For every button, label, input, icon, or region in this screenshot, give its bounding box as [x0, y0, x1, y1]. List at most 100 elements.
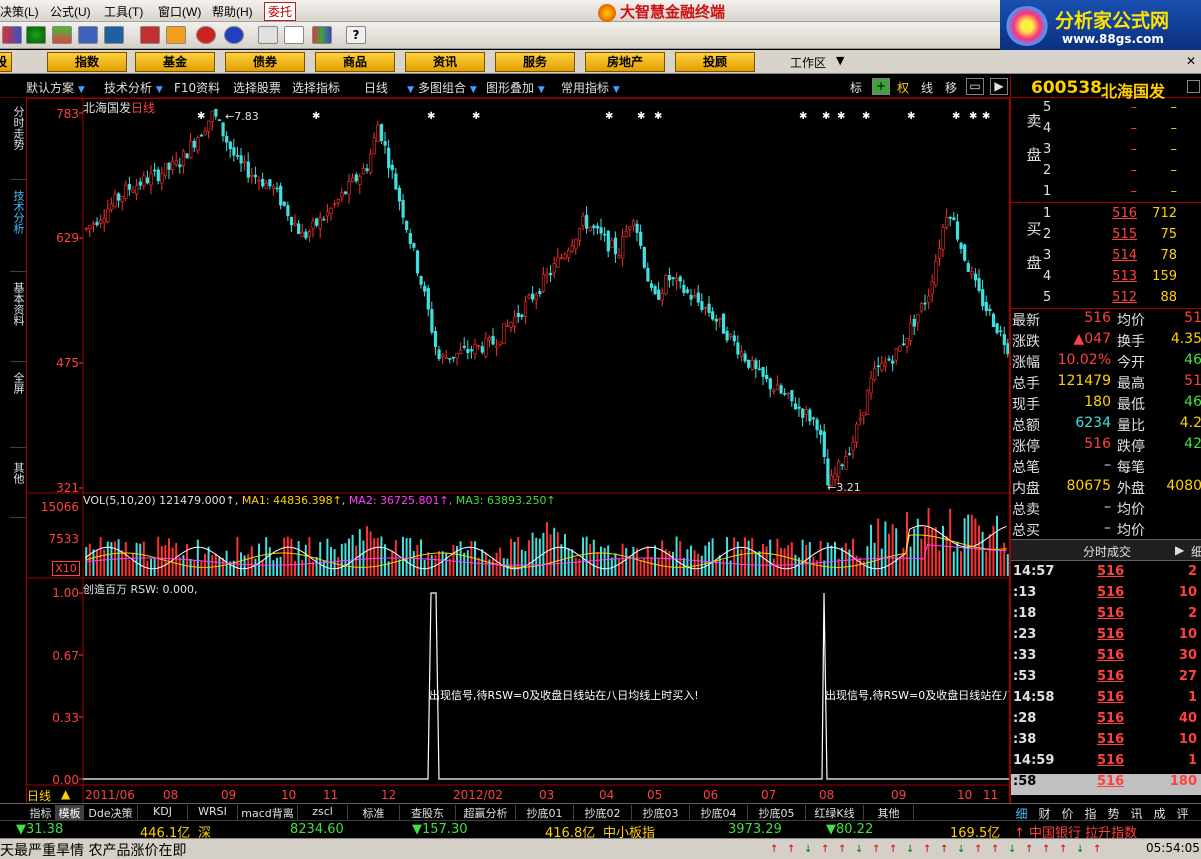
bid-row[interactable]: 2 515 75 — [1011, 227, 1201, 248]
tab-other[interactable]: 其他 — [10, 458, 26, 518]
tick-row[interactable]: :13 516 10 — [1011, 585, 1201, 606]
menu-window[interactable]: 窗口(W) — [158, 3, 201, 20]
diamond-icon[interactable] — [166, 26, 186, 44]
cat-stock[interactable]: 股 — [0, 52, 12, 72]
menu-trade[interactable]: 委托 — [264, 2, 297, 21]
candle-body — [138, 181, 142, 186]
indicator-tab[interactable]: 抄底05 — [748, 805, 806, 820]
cat-bond[interactable]: 债券 — [225, 52, 305, 72]
cat-realestate[interactable]: 房地产 — [585, 52, 665, 72]
tick-row[interactable]: :18 516 2 — [1011, 606, 1201, 627]
indicator-tab[interactable]: 抄底02 — [574, 805, 632, 820]
tick-row[interactable]: 14:59 516 1 — [1011, 753, 1201, 774]
panel-toggle-icon[interactable] — [1187, 80, 1200, 93]
f10-button[interactable]: F10资料 — [174, 79, 220, 96]
indicator-tab[interactable]: 其他 — [864, 805, 914, 820]
indicator-tab[interactable]: KDJ — [138, 805, 188, 820]
move-button[interactable]: 移 — [945, 79, 957, 96]
window-button[interactable]: ▭ — [966, 78, 984, 95]
common-indicator-menu[interactable]: 常用指标 ▼ — [561, 79, 620, 96]
mark-button[interactable]: 标 — [850, 79, 862, 96]
close-icon[interactable]: ✕ — [1186, 54, 1196, 68]
indicator-tab[interactable]: 模板 — [56, 805, 84, 820]
detail-tab[interactable]: 细 — [1191, 543, 1201, 560]
tick-row[interactable]: 14:57 516 2 — [1011, 564, 1201, 585]
bid-row[interactable]: 3 514 78 — [1011, 248, 1201, 269]
binoculars-icon[interactable] — [78, 26, 98, 44]
speaker-icon[interactable] — [104, 26, 124, 44]
rights-button[interactable]: 权 — [897, 79, 909, 96]
indicator-tab[interactable]: WRSI — [188, 805, 238, 820]
books-icon[interactable] — [312, 26, 332, 44]
indicator-tab[interactable]: 超赢分析 — [456, 805, 516, 820]
indicator-tab[interactable]: 红绿K线 — [806, 805, 864, 820]
ask-row[interactable]: 5 – – — [1011, 100, 1201, 121]
updown-arrow-icon: ↑ — [940, 844, 949, 855]
tick-row[interactable]: :38 516 10 — [1011, 732, 1201, 753]
eye-icon[interactable] — [26, 26, 46, 44]
chart-svg[interactable]: ✱ ✱ ✱ ✱ ✱ ✱ ✱ ✱ ✱ ✱ ✱ ✱ ✱ ✱ ✱ — [27, 99, 1009, 817]
play-button[interactable]: ▶ — [990, 78, 1008, 95]
workarea-label[interactable]: 工作区 — [790, 54, 826, 71]
zoom-button[interactable]: + — [872, 78, 890, 95]
tab-fullscreen[interactable]: 全屏 — [10, 368, 26, 448]
cat-news[interactable]: 资讯 — [405, 52, 485, 72]
tick-row[interactable]: :33 516 30 — [1011, 648, 1201, 669]
tick-header[interactable]: 分时成交 ▶ 细 — [1011, 539, 1201, 561]
exit-icon[interactable] — [2, 26, 22, 44]
window-icon[interactable] — [284, 26, 304, 44]
period-select[interactable]: 日线 ▼ — [364, 79, 414, 96]
indicator-tab[interactable]: 查股东 — [400, 805, 456, 820]
news-scroll[interactable]: 天最严重旱情 农产品涨价在即 — [0, 840, 186, 859]
candle-body — [725, 330, 729, 341]
menu-decision[interactable]: 决策(L) — [0, 3, 39, 20]
site-banner: 分析家公式网 www.88gs.com — [1000, 0, 1201, 50]
select-indicator-button[interactable]: 选择指标 — [292, 79, 340, 96]
bid-row[interactable]: 4 513 159 — [1011, 269, 1201, 290]
ask-row[interactable]: 4 – – — [1011, 121, 1201, 142]
cat-commodity[interactable]: 商品 — [315, 52, 395, 72]
tick-row[interactable]: :23 516 10 — [1011, 627, 1201, 648]
refresh-icon[interactable] — [196, 26, 216, 44]
chart-area[interactable]: ✱ ✱ ✱ ✱ ✱ ✱ ✱ ✱ ✱ ✱ ✱ ✱ ✱ ✱ ✱ 北海国发日线 783 629 475 321 ←… — [26, 98, 1010, 818]
chart-icon[interactable] — [140, 26, 160, 44]
select-stock-button[interactable]: 选择股票 — [233, 79, 281, 96]
menu-help[interactable]: 帮助(H) — [212, 3, 253, 20]
cat-advisor[interactable]: 投顾 — [675, 52, 755, 72]
menu-tools[interactable]: 工具(T) — [104, 3, 143, 20]
print-icon[interactable] — [258, 26, 278, 44]
overlay-menu[interactable]: 图形叠加 ▼ — [486, 79, 545, 96]
tech-analysis-menu[interactable]: 技术分析 ▼ — [104, 79, 163, 96]
tab-fundamental[interactable]: 基本资料 — [10, 278, 26, 362]
indicator-tab[interactable]: 指标 — [26, 805, 56, 820]
bid-row[interactable]: 1 516 712 — [1011, 206, 1201, 227]
indicator-tab[interactable]: Dde决策 — [84, 805, 138, 820]
cat-service[interactable]: 服务 — [495, 52, 575, 72]
tick-row[interactable]: :58 516 180 — [1011, 774, 1201, 795]
help-icon[interactable]: ? — [346, 26, 366, 44]
tab-intraday[interactable]: 分时走势 — [10, 102, 26, 180]
indicator-tab[interactable]: 抄底04 — [690, 805, 748, 820]
multi-chart-menu[interactable]: 多图组合 ▼ — [418, 79, 477, 96]
cat-index[interactable]: 指数 — [47, 52, 127, 72]
indicator-tab[interactable]: macd背离 — [238, 805, 298, 820]
indicator-tab[interactable]: zscl — [298, 805, 348, 820]
menu-formula[interactable]: 公式(U) — [50, 3, 91, 20]
tick-row[interactable]: 14:58 516 1 — [1011, 690, 1201, 711]
cat-fund[interactable]: 基金 — [135, 52, 215, 72]
play-icon[interactable]: ▶ — [1175, 543, 1184, 557]
info-icon[interactable] — [224, 26, 244, 44]
indicator-tab[interactable]: 抄底01 — [516, 805, 574, 820]
workarea-dropdown-icon[interactable]: ▼ — [836, 54, 844, 67]
tab-technical[interactable]: 技术分析 — [10, 186, 26, 272]
ask-row[interactable]: 3 – – — [1011, 142, 1201, 163]
scheme-menu[interactable]: 默认方案 ▼ — [26, 79, 85, 96]
tick-row[interactable]: :28 516 40 — [1011, 711, 1201, 732]
grid-icon[interactable] — [52, 26, 72, 44]
indicator-tab[interactable]: 抄底03 — [632, 805, 690, 820]
ask-row[interactable]: 2 – – — [1011, 163, 1201, 184]
line-button[interactable]: 线 — [921, 79, 933, 96]
indicator-tab[interactable]: 标准 — [348, 805, 400, 820]
tick-row[interactable]: :53 516 27 — [1011, 669, 1201, 690]
triangle-icon[interactable]: ▲ — [61, 787, 70, 801]
